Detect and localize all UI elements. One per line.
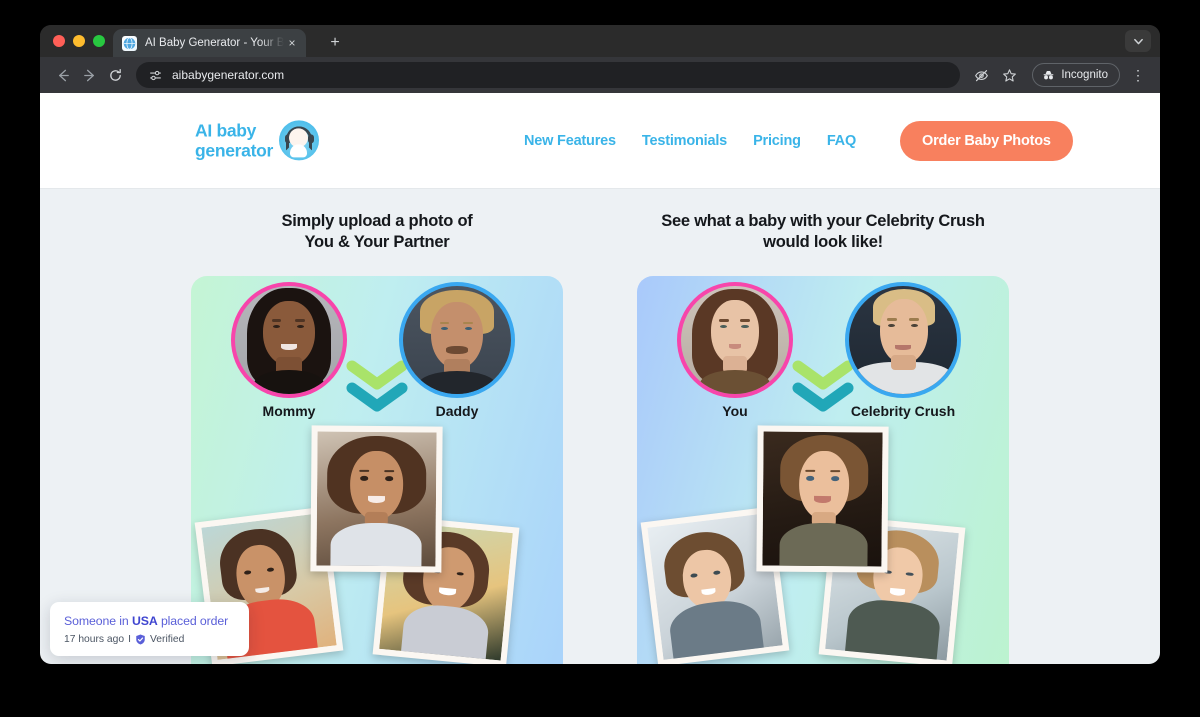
parent-avatars-partner: Mommy Daddy [191, 276, 563, 426]
baby-photo-center[interactable] [756, 425, 889, 573]
avatar-photo-mommy [235, 286, 343, 394]
nav-item-pricing[interactable]: Pricing [753, 133, 801, 149]
toast-suffix: placed order [157, 614, 229, 628]
toolbar-actions: Incognito ⋮ [968, 62, 1150, 88]
parent-avatar-celebrity-crush[interactable]: Celebrity Crush [845, 282, 961, 419]
parent-label-mommy: Mommy [262, 403, 316, 419]
browser-menu-icon[interactable]: ⋮ [1126, 63, 1150, 87]
address-bar[interactable]: aibabygenerator.com [136, 62, 961, 88]
site-logo-text: AI baby generator [195, 120, 273, 161]
toast-country: USA [131, 614, 158, 628]
hero-heading-celebrity: See what a baby with your Celebrity Crus… [637, 211, 1009, 256]
baby-photo-collage-celebrity [637, 425, 1009, 664]
minimize-window-button[interactable] [73, 35, 85, 47]
browser-tab[interactable]: AI Baby Generator - Your Bab × [113, 29, 306, 57]
site-logo[interactable]: AI baby generator [195, 120, 320, 161]
new-tab-button[interactable]: + [325, 33, 345, 53]
avatar-ring-blue [399, 282, 515, 398]
browser-tab-title: AI Baby Generator - Your Bab [145, 37, 284, 49]
toast-verified-label: Verified [150, 634, 185, 645]
avatar-ring-pink [231, 282, 347, 398]
incognito-indicator[interactable]: Incognito [1032, 63, 1120, 87]
order-notification-toast[interactable]: Someone in USA placed order 17 hours ago… [50, 602, 249, 656]
avatar-ring-pink [677, 282, 793, 398]
parent-avatar-daddy[interactable]: Daddy [399, 282, 515, 419]
toast-message: Someone in USA placed order [64, 614, 235, 628]
order-baby-photos-button[interactable]: Order Baby Photos [900, 120, 1073, 161]
browser-toolbar: aibabygenerator.com Incognito ⋮ [40, 57, 1160, 93]
close-window-button[interactable] [53, 35, 65, 47]
verified-shield-icon [135, 634, 146, 645]
site-settings-icon[interactable] [148, 68, 163, 83]
toast-prefix: Someone in [64, 614, 132, 628]
bookmark-star-icon[interactable] [996, 62, 1022, 88]
incognito-label: Incognito [1061, 69, 1108, 81]
hero-heading-celebrity-line1: See what a baby with your Celebrity Crus… [661, 212, 985, 230]
hero-heading-partner-line1: Simply upload a photo of [281, 212, 473, 230]
nav-item-faq[interactable]: FAQ [827, 133, 856, 149]
avatar-photo-daddy [403, 286, 511, 394]
logo-line-2: generator [195, 140, 274, 161]
hide-tracking-icon[interactable] [968, 62, 994, 88]
globe-favicon [122, 35, 137, 51]
chevron-down-icon[interactable] [1125, 30, 1151, 52]
baby-photo-center[interactable] [310, 425, 443, 573]
site-header: AI baby generator New Features Testimoni… [40, 93, 1160, 189]
nav-item-testimonials[interactable]: Testimonials [642, 133, 727, 149]
toast-meta: 17 hours ago I Verified [64, 634, 235, 645]
forward-icon[interactable] [76, 62, 102, 88]
parent-label-daddy: Daddy [435, 403, 479, 419]
window-traffic-lights [53, 35, 105, 47]
browser-tab-strip: AI Baby Generator - Your Bab × + [40, 25, 1160, 57]
main-navigation: New Features Testimonials Pricing FAQ Or… [524, 120, 1073, 161]
hero-column-celebrity: See what a baby with your Celebrity Crus… [637, 211, 1009, 664]
parent-avatars-celebrity: You Celebrity Crush [637, 276, 1009, 426]
avatar-photo-celebrity-crush [849, 286, 957, 394]
incognito-icon [1043, 70, 1054, 79]
parent-avatar-you[interactable]: You [677, 282, 793, 419]
hero-heading-celebrity-line2: would look like! [763, 232, 883, 251]
parent-avatar-mommy[interactable]: Mommy [231, 282, 347, 419]
nav-item-new-features[interactable]: New Features [524, 133, 616, 149]
hero-section: Simply upload a photo of You & Your Part… [40, 189, 1160, 664]
showcase-card-celebrity: You Celebrity Crush [637, 276, 1009, 664]
browser-window: AI Baby Generator - Your Bab × + aibabyg… [40, 25, 1160, 664]
hero-heading-partner-line2: You & Your Partner [304, 232, 450, 251]
parent-label-you: You [722, 403, 748, 419]
avatar-photo-you [681, 286, 789, 394]
logo-line-1: AI baby [195, 119, 257, 140]
hero-heading-partner: Simply upload a photo of You & Your Part… [191, 211, 563, 256]
baby-headphones-icon [279, 120, 320, 161]
hero-column-partner: Simply upload a photo of You & Your Part… [191, 211, 563, 664]
back-icon[interactable] [50, 62, 76, 88]
avatar-ring-blue [845, 282, 961, 398]
close-tab-icon[interactable]: × [284, 35, 300, 51]
toast-time: 17 hours ago [64, 634, 125, 645]
parent-label-celebrity-crush: Celebrity Crush [850, 403, 956, 419]
page-content: AI baby generator New Features Testimoni… [40, 93, 1160, 664]
toast-separator: I [128, 634, 131, 645]
maximize-window-button[interactable] [93, 35, 105, 47]
reload-icon[interactable] [102, 62, 128, 88]
url-text: aibabygenerator.com [172, 68, 285, 82]
